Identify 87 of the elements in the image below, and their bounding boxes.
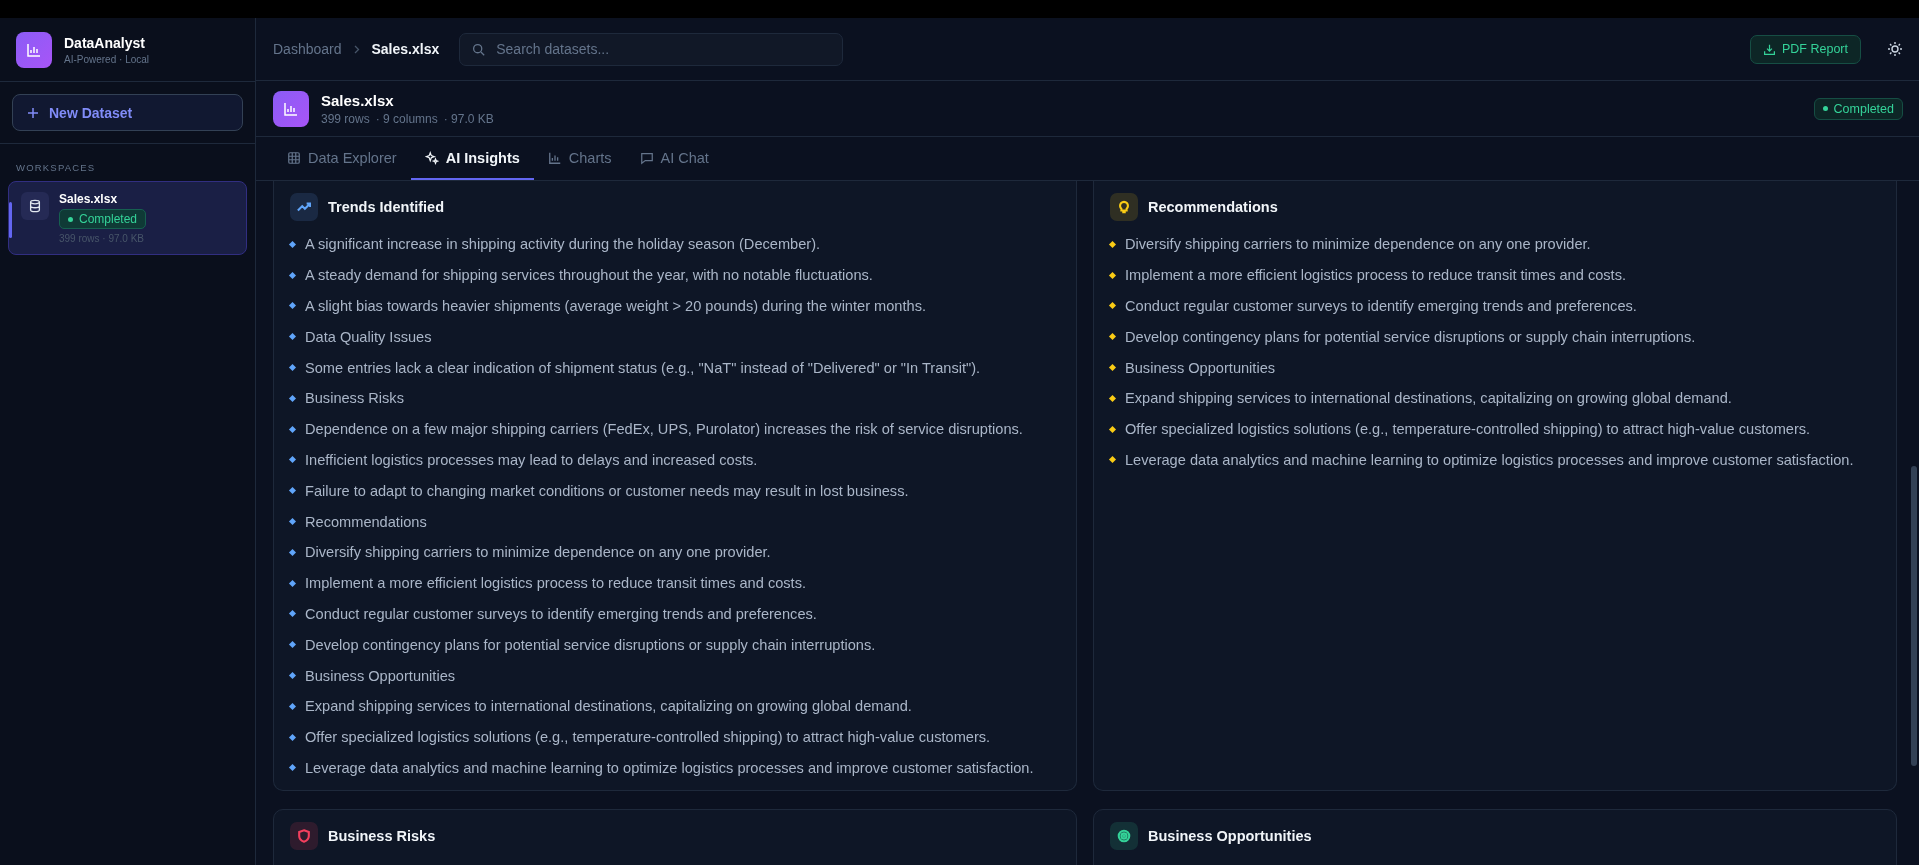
insight-text: Implement a more efficient logistics process to reduce transit times and costs. [1125,267,1626,284]
insight-text: A significant increase in shipping activity during the holiday season (December). [305,236,821,253]
insight-text: Implement a more efficient logistics process to reduce transit times and costs. [305,575,806,592]
insight-text: A slight bias towards heavier shipments (average weight > 20 pounds) during the winter months. [305,298,926,314]
bullet-icon [288,302,297,310]
insight-text: A steady demand for shipping services throughout the year, with no notable fluctuations. [305,267,873,284]
breadcrumb-link[interactable]: Dashboard [273,41,342,57]
bullet-icon [288,702,297,710]
card-title: Business Opportunities [1148,828,1312,844]
scrollbar-thumb[interactable] [1911,466,1917,766]
status-badge: Completed [1813,97,1903,120]
insight-text: Inefficient logistics processes may lead to delays and increased costs. [305,451,758,468]
pdf-report-button[interactable]: PDF Report [1750,34,1861,64]
bullet-icon [288,579,297,587]
tab[interactable]: Charts [533,137,626,180]
bullet-icon [1108,302,1117,310]
app-name: DataAnalyst [64,34,146,51]
chevron-icon [353,44,360,54]
insight-text: Leverage data analytics and machine learning to optimize logistics processes and improve customer satisfaction. [305,759,1034,776]
insight-text: Conduct regular customer surveys to identify emerging trends and preferences. [1125,298,1637,314]
bullet-icon [1108,240,1117,248]
section-label: WORKSPACES [15,161,97,175]
bullet-icon [288,733,297,741]
insight-text: Failure to adapt to changing market conditions or customer needs may result in lost business. [305,482,909,499]
theme-toggle-icon[interactable] [1887,41,1903,57]
insight-text: Develop contingency plans for potential service disruptions or supply chain interruptions. [305,636,876,653]
download-icon [1763,42,1776,56]
bullet-icon [1108,271,1117,279]
insight-text: Offer specialized logistics solutions (e.g., temperature-controlled shipping) to attract high-value customers. [305,729,991,746]
bullet-icon [288,271,297,279]
dataset-meta: 399 rows [321,111,370,126]
insight-text: Recommendations [305,513,427,530]
search-field[interactable]: Search datasets... [459,32,844,66]
new-dataset-button[interactable]: New Dataset [12,94,243,131]
bullet-icon [1108,456,1117,464]
plus-icon [27,106,39,119]
bullet-icon [288,764,297,772]
insight-text: Diversify shipping carriers to minimize dependence on any one provider. [1125,236,1591,253]
bar-chart-icon [547,150,562,165]
app-tagline: AI-Powered · Local [64,53,150,65]
card-title: Business Risks [328,828,436,844]
dataset-name: Sales.xlsx [59,192,119,206]
table-icon [287,150,301,165]
status-badge: Completed [59,209,147,229]
chat-icon [639,150,654,165]
bullet-icon [288,456,297,464]
bullet-icon [288,394,297,402]
bullet-icon [1108,425,1117,433]
insight-text: Business Opportunities [305,667,456,684]
sparkles-icon [424,150,439,165]
insight-text: Business Opportunities [1125,359,1276,376]
card-title: Trends Identified [328,199,444,215]
search-icon [472,42,486,56]
database-icon [21,192,49,220]
insight-text: Leverage data analytics and machine learning to optimize logistics processes and improve customer satisfaction. [1125,451,1854,468]
card-title: Recommendations [1148,199,1278,215]
insight-text: Expand shipping services to international destinations, capitalizing on growing global demand. [1125,390,1732,407]
bullet-icon [288,240,297,248]
dataset-meta: · 9 columns [375,111,438,126]
breadcrumb-current: Sales.xlsx [371,41,440,57]
bullet-icon [288,425,297,433]
insight-text: Data Quality Issues [305,328,432,345]
insight-text: Conduct regular customer surveys to identify emerging trends and preferences. [305,605,817,622]
dataset-title: Sales.xlsx [321,91,395,109]
bullet-icon [288,333,297,341]
bullet-icon [288,487,297,495]
insight-text: Business Risks [305,390,404,407]
bullet-icon [1108,333,1117,341]
bullet-icon [288,518,297,526]
dataset-meta: · 97.0 KB [443,111,494,126]
bullet-icon [288,364,297,372]
bullet-icon [1108,394,1117,402]
bullet-icon [288,641,297,649]
insight-text: Offer specialized logistics solutions (e.g., temperature-controlled shipping) to attract high-value customers. [1125,421,1811,438]
bullet-icon [288,548,297,556]
dataset-logo [273,90,309,127]
bullet-icon [288,610,297,618]
insight-text: Dependence on a few major shipping carriers (FedEx, UPS, Purolator) increases the risk of service disruptions. [305,421,1023,438]
bullet-icon [1108,364,1117,372]
insight-text: Diversify shipping carriers to minimize dependence on any one provider. [305,544,771,561]
tab[interactable]: AI Chat [625,137,723,180]
insight-text: Some entries lack a clear indication of shipment status (e.g., "NaT" instead of "Delivered" or "In Transit"). [305,359,981,376]
insight-text: Develop contingency plans for potential service disruptions or supply chain interruptions. [1125,328,1696,345]
bullet-icon [288,672,297,680]
app-logo [16,31,52,68]
tab[interactable]: Data Explorer [273,137,411,180]
insight-text: Expand shipping services to international destinations, capitalizing on growing global demand. [305,698,912,715]
